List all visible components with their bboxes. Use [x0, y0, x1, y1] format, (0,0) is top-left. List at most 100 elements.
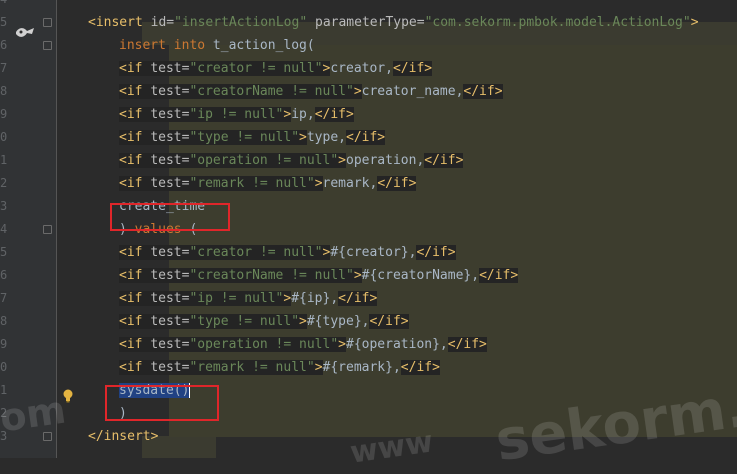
if-close-tag: </if>	[424, 153, 464, 168]
code-token: parameterType=	[307, 15, 425, 30]
if-body: remark,	[322, 176, 378, 191]
code-token: insert into	[119, 38, 213, 53]
code-token: >	[353, 268, 362, 283]
test-attribute: test=	[150, 314, 190, 329]
if-close-tag: </if>	[314, 107, 354, 122]
if-tag: <if	[119, 360, 151, 375]
fold-marker-icon[interactable]	[43, 41, 52, 50]
if-body: ip,	[291, 107, 315, 122]
code-token: >	[299, 314, 307, 329]
if-body: operation,	[346, 153, 425, 168]
insert-id-value: "insertActionLog"	[174, 15, 308, 30]
if-line[interactable]: <if test="creatorName != null">creator_n…	[57, 80, 503, 103]
if-tag: <if	[119, 130, 151, 145]
line-number: 3	[0, 429, 8, 443]
test-value: "remark != null"	[189, 176, 315, 191]
if-body: #{creator},	[330, 245, 417, 260]
if-close-tag: </if>	[377, 176, 417, 191]
insert-open-line[interactable]: <insert id="insertActionLog" parameterTy…	[57, 11, 699, 34]
test-attribute: test=	[150, 61, 190, 76]
fold-marker-icon[interactable]	[43, 18, 52, 27]
test-value: "operation != null"	[189, 337, 339, 352]
if-close-tag: </if>	[416, 245, 456, 260]
test-attribute: test=	[150, 268, 190, 283]
if-line[interactable]: <if test="type != null">#{type},</if>	[57, 310, 409, 333]
test-value: "type != null"	[189, 130, 300, 145]
if-body: #{creatorName},	[361, 268, 480, 283]
line-number: 2	[0, 176, 8, 190]
line-number: 5	[0, 15, 8, 29]
if-body: #{ip},	[291, 291, 339, 306]
if-tag: <if	[119, 337, 151, 352]
if-line[interactable]: <if test="creatorName != null">#{creator…	[57, 264, 519, 287]
gutter: 4 5 6 7 8 9 0 1 2 3 4 5 6 7 8 9 0 1 2 3	[0, 0, 57, 458]
if-tag: <if	[119, 291, 151, 306]
test-attribute: test=	[150, 107, 190, 122]
test-attribute: test=	[150, 130, 190, 145]
if-body: #{operation},	[346, 337, 448, 352]
code-token: >	[353, 84, 362, 99]
if-close-tag: </if>	[447, 337, 487, 352]
if-body: #{remark},	[322, 360, 401, 375]
if-close-tag: </if>	[400, 360, 440, 375]
fold-marker-icon[interactable]	[43, 432, 52, 441]
if-close-tag: </if>	[338, 291, 378, 306]
line-number: 8	[0, 84, 8, 98]
test-attribute: test=	[150, 360, 190, 375]
test-attribute: test=	[150, 337, 190, 352]
if-body: creator,	[330, 61, 393, 76]
fold-marker-icon[interactable]	[43, 225, 52, 234]
code-token: >	[314, 176, 323, 191]
if-tag: <if	[119, 107, 151, 122]
insert-tag: <insert	[88, 15, 151, 30]
line-number: 7	[0, 61, 8, 75]
if-line[interactable]: <if test="remark != null">remark,</if>	[57, 172, 417, 195]
insert-close-tag: </insert>	[88, 429, 159, 444]
if-line[interactable]: <if test="operation != null">operation,<…	[57, 149, 464, 172]
if-body: creator_name,	[361, 84, 464, 99]
if-line[interactable]: <if test="operation != null">#{operation…	[57, 333, 487, 356]
if-tag: <if	[119, 153, 151, 168]
if-close-tag: </if>	[479, 268, 519, 283]
if-line[interactable]: <if test="type != null">type,</if>	[57, 126, 386, 149]
if-tag: <if	[119, 61, 151, 76]
line-number: 6	[0, 38, 8, 52]
if-tag: <if	[119, 245, 151, 260]
test-value: "creatorName != null"	[189, 84, 354, 99]
if-line[interactable]: <if test="creator != null">#{creator},</…	[57, 241, 456, 264]
if-line[interactable]: <if test="remark != null">#{remark},</if…	[57, 356, 440, 379]
line-number: 0	[0, 360, 8, 374]
line-number: 2	[0, 406, 8, 420]
test-attribute: test=	[150, 291, 190, 306]
if-line[interactable]: <if test="ip != null">ip,</if>	[57, 103, 354, 126]
test-attribute: test=	[150, 245, 190, 260]
line-number: 3	[0, 199, 8, 213]
line-number: 4	[0, 222, 8, 236]
test-value: "creator != null"	[189, 61, 323, 76]
if-body: type,	[306, 130, 346, 145]
code-token: id=	[150, 15, 175, 30]
if-tag: <if	[119, 314, 151, 329]
test-value: "type != null"	[189, 314, 300, 329]
line-number: 1	[0, 383, 8, 397]
test-value: "creator != null"	[189, 245, 323, 260]
if-close-tag: </if>	[346, 130, 386, 145]
if-tag: <if	[119, 176, 151, 191]
if-tag: <if	[119, 84, 151, 99]
test-value: "remark != null"	[189, 360, 315, 375]
if-line[interactable]: <if test="creator != null">creator,</if>	[57, 57, 433, 80]
code-token: t_action_log(	[212, 38, 315, 53]
test-value: "ip != null"	[189, 291, 284, 306]
annotation-box-create-time	[110, 203, 230, 231]
if-line[interactable]: <if test="ip != null">#{ip},</if>	[57, 287, 378, 310]
lightbulb-icon[interactable]	[63, 389, 73, 403]
code-token: >	[314, 360, 323, 375]
insert-into-line[interactable]: insert into t_action_log(	[57, 34, 315, 57]
line-number: 8	[0, 314, 8, 328]
if-close-tag: </if>	[463, 84, 503, 99]
line-number: 9	[0, 337, 8, 351]
if-close-tag: </if>	[392, 61, 433, 76]
test-value: "creatorName != null"	[189, 268, 354, 283]
test-value: "operation != null"	[189, 153, 339, 168]
insert-close-line[interactable]: </insert>	[57, 425, 158, 448]
